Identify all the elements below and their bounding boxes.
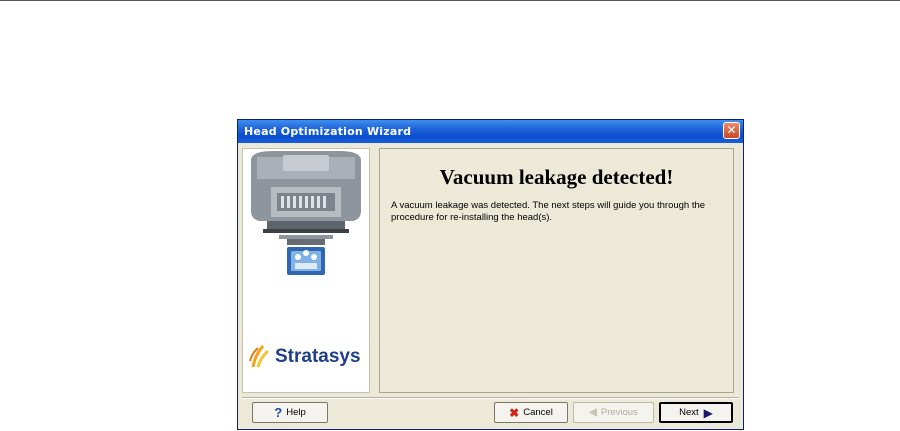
- help-button[interactable]: ? Help: [252, 402, 328, 423]
- cross-icon: ✖: [509, 405, 520, 420]
- close-button[interactable]: ✕: [723, 122, 740, 139]
- window-title: Head Optimization Wizard: [244, 125, 412, 138]
- button-divider: [242, 397, 739, 399]
- next-button[interactable]: Next ▶: [659, 402, 733, 423]
- title-bar[interactable]: Head Optimization Wizard ✕: [238, 120, 743, 143]
- question-icon: ?: [274, 405, 283, 420]
- previous-button-label: Previous: [600, 407, 638, 418]
- brand-name: Stratasys: [275, 346, 361, 367]
- arrow-left-icon: ◀: [589, 407, 597, 418]
- arrow-right-icon: ▶: [703, 405, 713, 420]
- previous-button[interactable]: ◀ Previous: [573, 402, 654, 423]
- side-image-panel: Stratasys: [242, 148, 370, 393]
- next-button-label: Next: [679, 407, 699, 418]
- cancel-button[interactable]: ✖ Cancel: [494, 402, 568, 423]
- wizard-dialog: Head Optimization Wizard ✕ Stratasys Vac…: [237, 119, 744, 430]
- wizard-heading: Vacuum leakage detected!: [439, 165, 674, 189]
- cancel-button-label: Cancel: [523, 407, 553, 418]
- page-top-rule: [0, 0, 900, 1]
- help-button-label: Help: [286, 407, 306, 418]
- close-icon: ✕: [726, 123, 737, 137]
- print-head-illustration: [243, 149, 369, 289]
- content-panel: Vacuum leakage detected! A vacuum leakag…: [379, 148, 734, 393]
- stratasys-logo-mark-icon: [249, 345, 270, 368]
- wizard-message: A vacuum leakage was detected. The next …: [391, 200, 706, 223]
